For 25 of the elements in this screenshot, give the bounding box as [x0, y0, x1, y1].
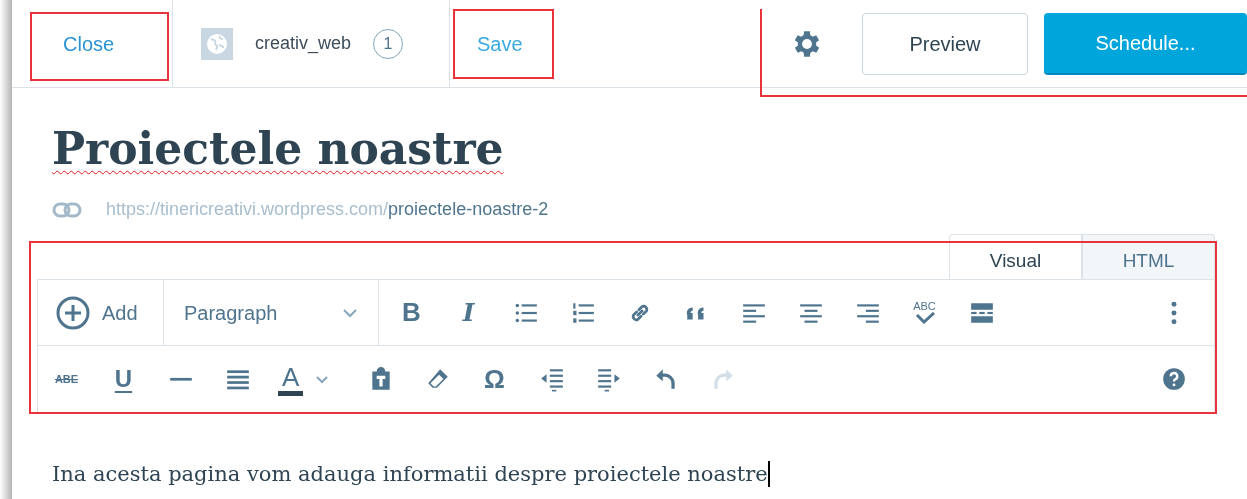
schedule-button[interactable]: Schedule... — [1044, 12, 1247, 75]
editor-tab[interactable]: HTML — [1082, 234, 1215, 279]
special-character-button[interactable]: Ω — [466, 347, 523, 411]
post-title: Proiectele noastre — [52, 122, 504, 176]
editor-tab[interactable]: Visual — [949, 234, 1082, 279]
body-text: Ina acesta pagina vom adauga informatii despre proiectele noastre — [52, 461, 768, 488]
chevron-icon — [342, 307, 358, 318]
format-dropdown[interactable]: Paragraph — [164, 279, 379, 346]
site-icon — [201, 27, 233, 60]
save-button[interactable]: Save — [477, 28, 523, 59]
add-button[interactable]: Add — [38, 279, 164, 346]
permalink[interactable]: https://tinericreativi.wordpress.com/proiectele-noastre-2 — [106, 196, 549, 223]
checkmark-icon — [913, 312, 936, 324]
link-icon — [52, 200, 82, 219]
chevron-icon — [315, 374, 330, 384]
italic-button[interactable]: I — [440, 280, 497, 345]
preview-button[interactable]: Preview — [862, 12, 1028, 75]
spellcheck-button[interactable]: ABC — [896, 280, 953, 345]
site-name: creativ_web — [255, 32, 352, 56]
text-color-button[interactable]: A — [266, 347, 352, 411]
bold-button[interactable]: B — [383, 280, 440, 345]
underline-button[interactable]: U — [95, 347, 152, 411]
strikethrough-button[interactable]: ABE — [38, 347, 95, 411]
close-button[interactable]: Close — [63, 28, 115, 59]
plus-icon — [56, 295, 90, 330]
